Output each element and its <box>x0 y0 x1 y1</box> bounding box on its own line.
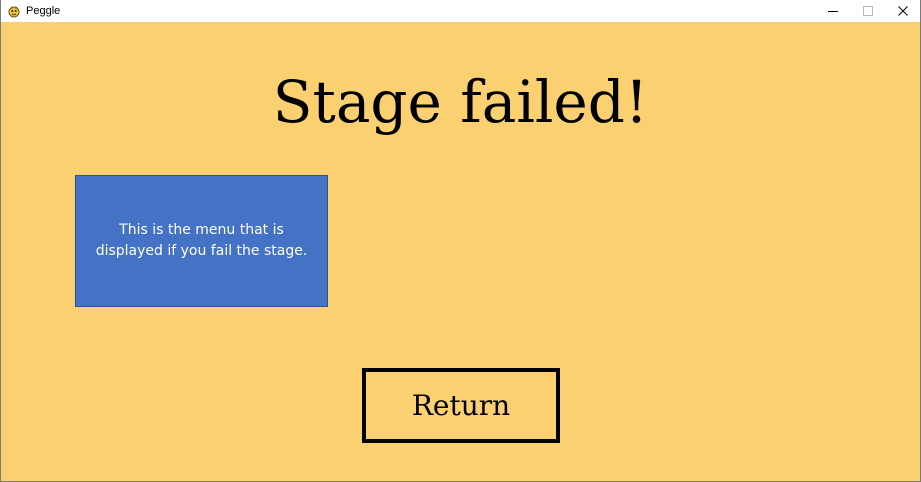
close-icon <box>897 6 908 16</box>
close-button[interactable] <box>885 0 920 22</box>
return-button-label: Return <box>411 389 511 422</box>
window-controls <box>815 0 920 22</box>
info-callout-text: This is the menu that is displayed if yo… <box>95 222 308 259</box>
maximize-button[interactable] <box>850 0 885 22</box>
window-title: Peggle <box>26 5 61 17</box>
title-bar[interactable]: Peggle <box>1 0 920 22</box>
info-callout: This is the menu that is displayed if yo… <box>75 175 328 307</box>
pygame-snake-icon <box>7 4 21 18</box>
return-button[interactable]: Return <box>362 368 560 443</box>
game-screen: Stage failed! This is the menu that is d… <box>1 22 920 481</box>
minimize-button[interactable] <box>815 0 850 22</box>
maximize-icon <box>862 6 873 16</box>
app-window: Peggle Stage failed! This is the menu th… <box>0 0 921 482</box>
minimize-icon <box>827 11 838 12</box>
stage-failed-title: Stage failed! <box>272 68 649 136</box>
